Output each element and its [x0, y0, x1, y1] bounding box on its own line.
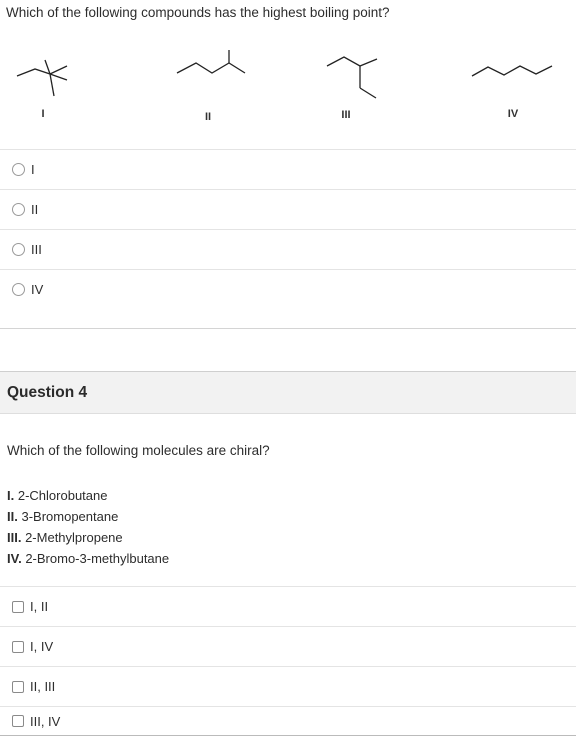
- structure-iii: [326, 56, 378, 99]
- statement-number: III.: [7, 530, 22, 545]
- statement-item: I. 2-Chlorobutane: [7, 485, 169, 506]
- statement-item: IV. 2-Bromo-3-methylbutane: [7, 548, 169, 569]
- structure-label-iii: III: [341, 109, 351, 121]
- option-label: II: [31, 202, 39, 217]
- q4-option-i-ii[interactable]: I, II: [0, 586, 576, 626]
- question-3-prompt: Which of the following compounds has the…: [6, 5, 390, 20]
- option-label: I, IV: [30, 639, 54, 654]
- q4-option-ii-iii[interactable]: II, III: [0, 666, 576, 706]
- checkbox[interactable]: [12, 680, 24, 693]
- radio-button[interactable]: [12, 283, 25, 296]
- statement-text: 3-Bromopentane: [21, 509, 119, 524]
- q3-option-iv[interactable]: IV: [0, 269, 576, 309]
- structure-label-ii: II: [204, 111, 212, 123]
- option-label: II, III: [30, 679, 56, 694]
- q4-option-i-iv[interactable]: I, IV: [0, 626, 576, 666]
- option-label: III: [31, 242, 42, 257]
- compound-structures: I II III IV: [0, 40, 576, 140]
- statement-number: IV.: [7, 551, 22, 566]
- statement-list: I. 2-Chlorobutane II. 3-Bromopentane III…: [7, 485, 169, 569]
- option-label: III, IV: [30, 713, 61, 729]
- option-label: I: [31, 162, 35, 177]
- structure-iv: [471, 65, 553, 77]
- statement-item: III. 2-Methylpropene: [7, 527, 169, 548]
- statement-text: 2-Chlorobutane: [17, 488, 108, 503]
- statement-item: II. 3-Bromopentane: [7, 506, 169, 527]
- radio-button[interactable]: [12, 163, 25, 176]
- structure-label-iv: IV: [507, 108, 519, 120]
- checkbox[interactable]: [12, 715, 24, 727]
- statement-number: II.: [7, 509, 18, 524]
- q3-option-iii[interactable]: III: [0, 229, 576, 269]
- checkbox[interactable]: [12, 600, 24, 613]
- radio-button[interactable]: [12, 243, 25, 256]
- structure-i: [16, 59, 68, 97]
- option-label: IV: [31, 282, 44, 297]
- radio-button[interactable]: [12, 203, 25, 216]
- structure-ii: [176, 50, 246, 74]
- question-4-header: Question 4: [0, 371, 576, 414]
- question-divider: [0, 328, 576, 329]
- q4-option-iii-iv[interactable]: III, IV: [0, 706, 576, 736]
- structures-drawing: [16, 50, 553, 99]
- statement-number: I.: [7, 488, 15, 503]
- checkbox[interactable]: [12, 640, 24, 653]
- statement-text: 2-Bromo-3-methylbutane: [25, 551, 170, 566]
- structure-label-i: I: [41, 108, 45, 120]
- q3-option-ii[interactable]: II: [0, 189, 576, 229]
- question-4-prompt: Which of the following molecules are chi…: [7, 443, 270, 458]
- statement-text: 2-Methylpropene: [25, 530, 123, 545]
- question-4-title: Question 4: [7, 383, 88, 401]
- option-label: I, II: [30, 599, 49, 614]
- q3-option-i[interactable]: I: [0, 149, 576, 189]
